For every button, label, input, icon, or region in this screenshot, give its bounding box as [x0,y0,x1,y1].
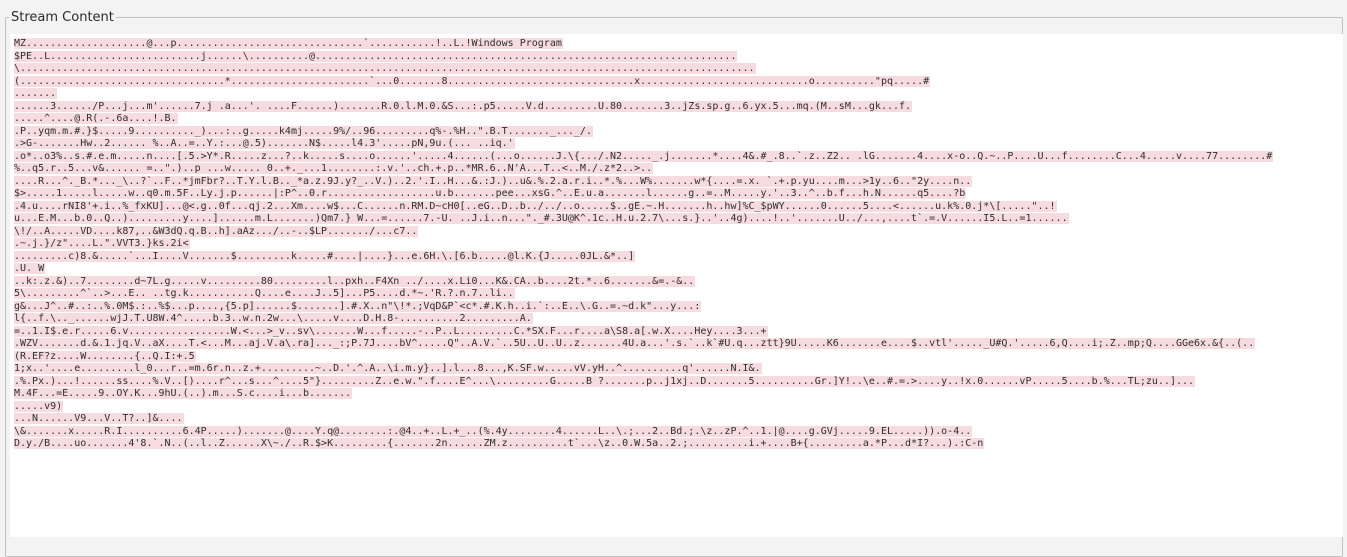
stream-line-text: ..k:.z.&)..7........d~7L.g.....v........… [14,275,696,287]
stream-line-text: %..q5.r..5...v&...... =..".)..p ...w....… [14,163,654,174]
stream-line-text: .~.j.}/z"....L.".VVT3.}ks.2i< [14,238,190,249]
stream-content-text-area[interactable]: MZ....................@...p.............… [10,34,1343,537]
stream-line-text: .....v9) [14,400,64,412]
stream-content-title: Stream Content [9,10,116,25]
stream-line: g&...J^..#..:..%.0M$.:..%$...p....,{5.p]… [14,300,1343,314]
stream-line: .U. W [14,263,1343,276]
stream-line-text: .%.Px.)...!......ss....%.V..[)....r^...s… [14,375,1196,387]
stream-line-text: (R.EF?z....W........{..Q.I:+.5 [14,350,196,362]
stream-line: $PE..L.........................j......\.… [14,50,1343,64]
stream-line-text: .........c)8.&.....`...I....V.......$...… [14,250,636,262]
stream-line: %..q5.r..5...v&...... =..".)..p ...w....… [14,163,1343,176]
stream-line-text: M.4F...=E.....9..OY.K...9hU.(..).m...S.c… [14,388,353,399]
stream-line: (..................................*....… [14,75,1343,89]
stream-line: .P..yqm.m.#.}$.....9.........._)...:..g.… [14,125,1343,139]
stream-line-text: ......3....../P...j...m'......7.j .a...'… [14,100,913,112]
stream-line-text: ...N......V9...V..T?..]&.... [14,413,184,424]
stream-line: u...E.M...b.0..Q..).........y....]......… [14,213,1343,226]
stream-line: ....... [14,88,1343,101]
stream-line: .%.Px.)...!......ss....%.V..[)....r^...s… [14,375,1343,389]
stream-line: ....R...^._B.*..._\..?`..F..*jmFbr?..T.Y… [14,175,1343,189]
stream-line: .........c)8.&.....`...I....V.......$...… [14,250,1343,264]
stream-line-text: =..1.I$.e.r.....6.v.................W.<.… [14,325,768,337]
stream-line-text: u...E.M...b.0..Q..).........y....]......… [14,213,1069,224]
stream-line-text: .WZV.......d.&.1.jq.V..aX....T.<...M...a… [14,338,1256,349]
stream-line-text: g&...J^..#..:..%.0M$.:..%$...p....,{5.p]… [14,300,702,312]
stream-line-text: \&.......x.....R.I..........6.4P.....)..… [14,425,973,437]
stream-content-lines: MZ....................@...p.............… [10,34,1343,451]
stream-line: 5\.........^`..>...E.. ..tg.k...........… [14,288,1343,301]
stream-line: MZ....................@...p.............… [14,38,1343,51]
stream-line-text: .P..yqm.m.#.}$.....9.........._)...:..g.… [14,125,593,137]
stream-line-text: .U. W [14,263,46,274]
stream-line: .~.j.}/z"....L.".VVT3.}ks.2i< [14,238,1343,251]
stream-line: .....v9) [14,400,1343,414]
stream-line: (R.EF?z....W........{..Q.I:+.5 [14,350,1343,364]
stream-line-text: l{..f.\.._......wjJ.T.U8W.4^.....b.3..w.… [14,313,533,324]
stream-line-text: .4.u....rNI8'+.i..%_fxKU]...@<.g..0f...q… [14,200,1057,212]
stream-line: .WZV.......d.&.1.jq.V..aX....T.<...M...a… [14,338,1343,351]
stream-line-text: .....^....@.R(.-.6a....!.B. [14,113,178,124]
stream-line: 1;x..'....e.........l_0...r..=m.6r.n..z.… [14,363,1343,376]
stream-line: M.4F...=E.....9..OY.K...9hU.(..).m...S.c… [14,388,1343,401]
stream-line-text: MZ....................@...p.............… [14,38,563,49]
stream-line-text: \.......................................… [14,63,756,74]
stream-line: D.y./B....uo.......4'8.`.N..(..l..Z.....… [14,438,1343,451]
stream-line-text: $PE..L.........................j......\.… [14,50,738,62]
stream-line: \!/..A.....VD....k87,..&W3dQ.q.B..h].aAz… [14,225,1343,239]
stream-line: =..1.I$.e.r.....6.v.................W.<.… [14,325,1343,339]
stream-line: l{..f.\.._......wjJ.T.U8W.4^.....b.3..w.… [14,313,1343,326]
stream-line-text: .o*..o3%..s.#.e.m.....n....[.5.>Y*.R....… [14,150,1274,162]
stream-line: $>.....1.....l.....w..q0.m.5F..Ly.j.p...… [14,188,1343,201]
stream-line: ......3....../P...j...m'......7.j .a...'… [14,100,1343,114]
stream-line-text: 1;x..'....e.........l_0...r..=m.6r.n..z.… [14,363,762,374]
stream-line-text: $>.....1.....l.....w..q0.m.5F..Ly.j.p...… [14,188,967,199]
stream-line-text: ....... [14,88,58,99]
stream-line: .4.u....rNI8'+.i..%_fxKU]...@<.g..0f...q… [14,200,1343,214]
stream-line: \.......................................… [14,63,1343,76]
stream-line-text: \!/..A.....VD....k87,..&W3dQ.q.B..h].aAz… [14,225,419,237]
stream-line: ..k:.z.&)..7........d~7L.g.....v........… [14,275,1343,289]
stream-line-text: D.y./B....uo.......4'8.`.N..(..l..Z.....… [14,438,985,449]
stream-line-text: (..................................*....… [14,75,931,87]
stream-line-text: 5\.........^`..>...E.. ..tg.k...........… [14,288,515,299]
stream-line-text: .>G-.......Hw..2...... %..A..=..Y.:...@.… [14,138,515,149]
stream-line: .o*..o3%..s.#.e.m.....n....[.5.>Y*.R....… [14,150,1343,164]
stream-line: .>G-.......Hw..2...... %..A..=..Y.:...@.… [14,138,1343,151]
stream-line: \&.......x.....R.I..........6.4P.....)..… [14,425,1343,439]
stream-line: .....^....@.R(.-.6a....!.B. [14,113,1343,126]
stream-line: ...N......V9...V..T?..]&.... [14,413,1343,426]
stream-line-text: ....R...^._B.*..._\..?`..F..*jmFbr?..T.Y… [14,175,973,187]
